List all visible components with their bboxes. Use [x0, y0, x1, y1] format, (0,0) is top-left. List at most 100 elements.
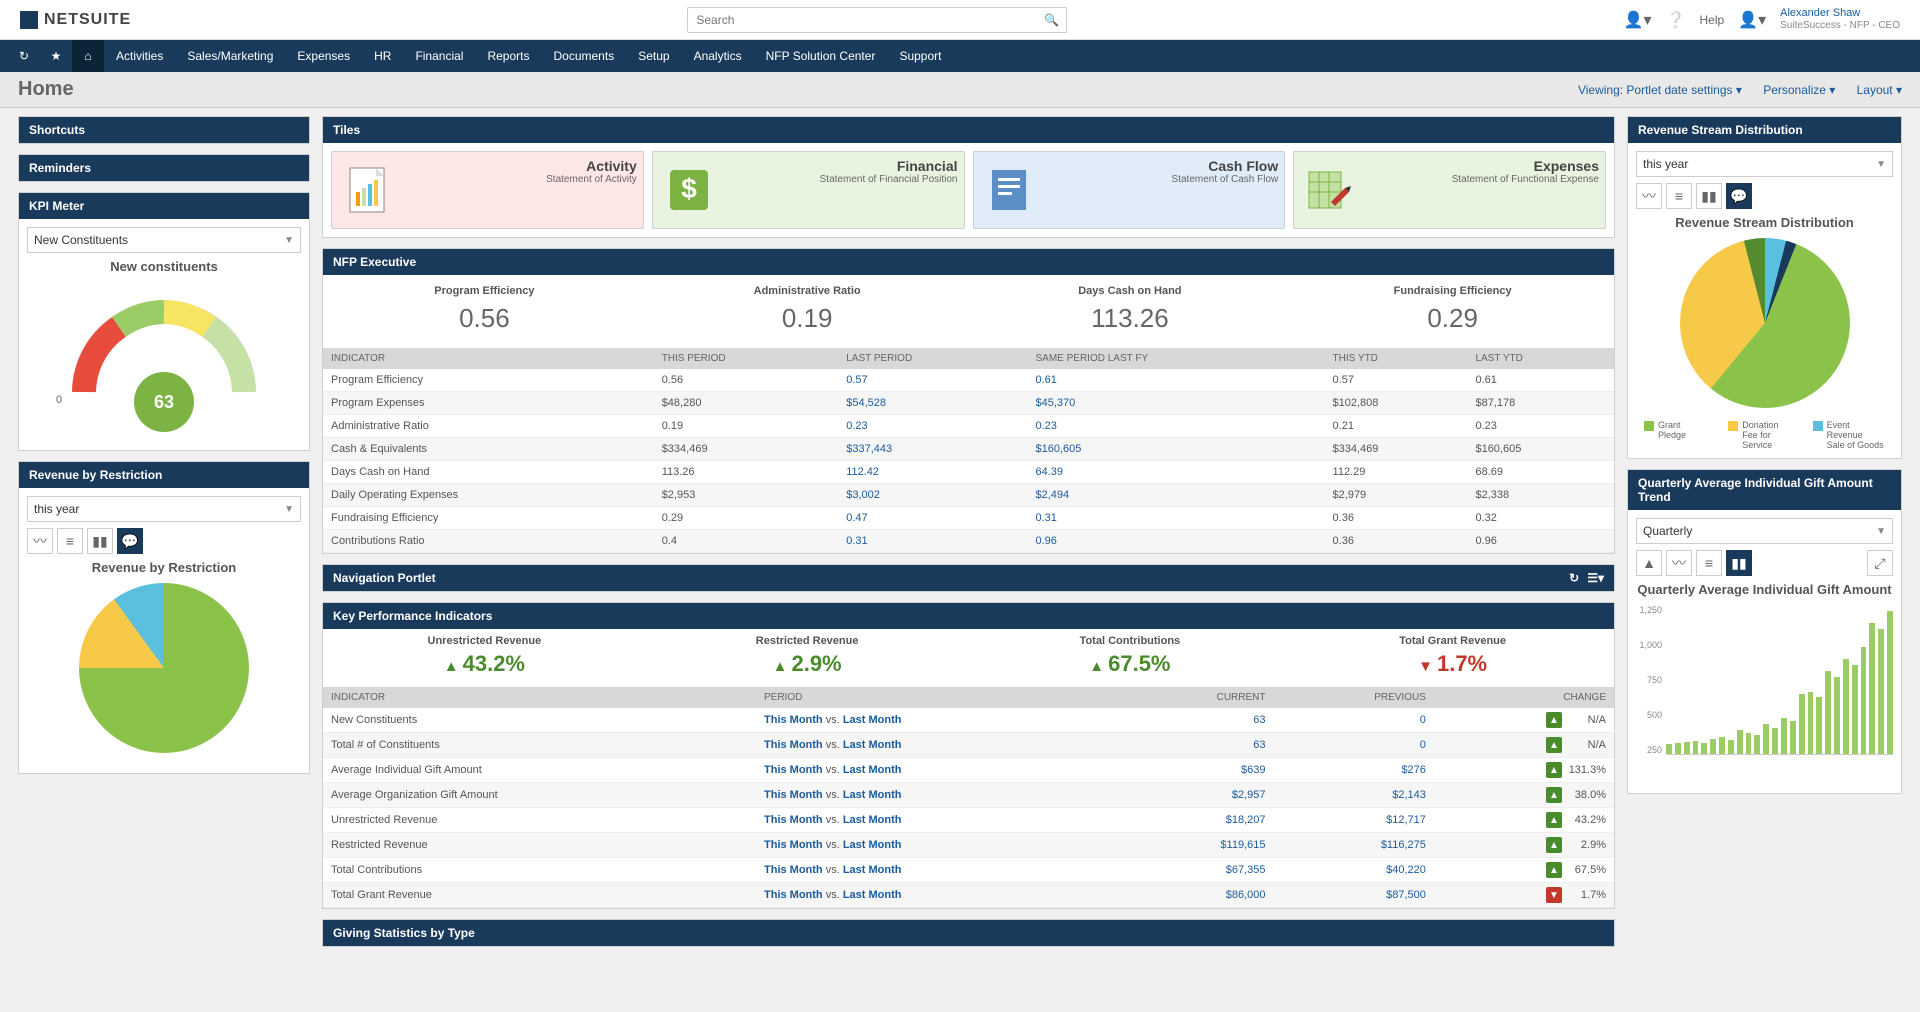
table-row[interactable]: Contributions Ratio0.40.310.960.360.96: [323, 530, 1614, 553]
reminders-header[interactable]: Reminders: [19, 155, 309, 181]
bar: [1728, 740, 1734, 754]
col-header: LAST PERIOD: [838, 348, 1027, 369]
shortcuts-header[interactable]: Shortcuts: [19, 117, 309, 143]
chevron-down-icon: ▼: [1876, 526, 1886, 537]
user-avatar-icon[interactable]: 👤▾: [1738, 10, 1766, 30]
table-row[interactable]: Total Grant RevenueThis Month vs. Last M…: [323, 883, 1614, 908]
top-bar: NETSUITE 🔍 👤▾ ❔ Help 👤▾ Alexander Shaw S…: [0, 0, 1920, 40]
bar: [1808, 692, 1814, 754]
user-info[interactable]: Alexander Shaw SuiteSuccess - NFP - CEO: [1780, 7, 1900, 32]
chart-tab-line[interactable]: 〰: [27, 528, 53, 554]
logo[interactable]: NETSUITE: [20, 11, 131, 29]
search-icon[interactable]: 🔍: [1044, 13, 1059, 27]
nav-reports[interactable]: Reports: [475, 40, 541, 72]
refresh-icon[interactable]: ↻: [1569, 571, 1579, 585]
chart-tab-bar[interactable]: ▮▮: [1726, 550, 1752, 576]
nfp-kpi-row: Program Efficiency0.56 Administrative Ra…: [323, 275, 1614, 348]
table-row[interactable]: Total ContributionsThis Month vs. Last M…: [323, 858, 1614, 883]
home-icon[interactable]: ⌂: [72, 40, 104, 72]
favorites-icon[interactable]: ★: [40, 40, 72, 72]
tile-cashflow[interactable]: Cash FlowStatement of Cash Flow: [973, 151, 1286, 229]
rev-stream-legend: GrantPledgeDonationFee for ServiceEvent …: [1636, 420, 1893, 450]
table-row[interactable]: Average Individual Gift AmountThis Month…: [323, 758, 1614, 783]
bar: [1790, 721, 1796, 754]
table-row[interactable]: Unrestricted RevenueThis Month vs. Last …: [323, 808, 1614, 833]
nav-expenses[interactable]: Expenses: [285, 40, 362, 72]
chart-tab-sort[interactable]: ≡: [1696, 550, 1722, 576]
bar: [1887, 611, 1893, 754]
bar: [1843, 659, 1849, 754]
rev-stream-selector[interactable]: this year ▼: [1636, 151, 1893, 177]
col-right: Revenue Stream Distribution this year ▼ …: [1627, 116, 1902, 957]
rev-restriction-selector[interactable]: this year ▼: [27, 496, 301, 522]
user-area: 👤▾ ❔ Help 👤▾ Alexander Shaw SuiteSuccess…: [1624, 7, 1900, 32]
chart-tab-line[interactable]: 〰: [1636, 183, 1662, 209]
nav-portlet-header[interactable]: Navigation Portlet ↻ ☰▾: [323, 565, 1614, 591]
table-row[interactable]: Total # of ConstituentsThis Month vs. La…: [323, 733, 1614, 758]
svg-text:$: $: [681, 173, 697, 204]
nav-activities[interactable]: Activities: [104, 40, 175, 72]
help-link[interactable]: Help: [1700, 13, 1725, 27]
gauge-value: 63: [134, 372, 194, 432]
kpi-portlet-header[interactable]: Key Performance Indicators: [323, 603, 1614, 629]
chart-tab-area[interactable]: ▲: [1636, 550, 1662, 576]
rev-stream-header[interactable]: Revenue Stream Distribution: [1628, 117, 1901, 143]
nfp-exec-header[interactable]: NFP Executive: [323, 249, 1614, 275]
chart-tab-chat[interactable]: 💬: [117, 528, 143, 554]
nav-setup[interactable]: Setup: [626, 40, 681, 72]
col-left: Shortcuts Reminders KPI Meter New Consti…: [18, 116, 310, 957]
bar: [1684, 742, 1690, 754]
tile-financial[interactable]: $ FinancialStatement of Financial Positi…: [652, 151, 965, 229]
feedback-icon[interactable]: 👤▾: [1624, 10, 1652, 30]
quarterly-portlet: Quarterly Average Individual Gift Amount…: [1627, 469, 1902, 794]
nav-nfp[interactable]: NFP Solution Center: [754, 40, 888, 72]
kpi-meter-header[interactable]: KPI Meter: [19, 193, 309, 219]
sub-bar: Home Viewing: Portlet date settings ▾ Pe…: [0, 72, 1920, 108]
viewing-link[interactable]: Viewing: Portlet date settings ▾: [1578, 83, 1742, 97]
table-row[interactable]: Administrative Ratio0.190.230.230.210.23: [323, 415, 1614, 438]
table-row[interactable]: Program Efficiency0.560.570.610.570.61: [323, 369, 1614, 392]
nav-support[interactable]: Support: [887, 40, 953, 72]
chart-tab-chat[interactable]: 💬: [1726, 183, 1752, 209]
recent-icon[interactable]: ↻: [8, 40, 40, 72]
quarterly-selector[interactable]: Quarterly ▼: [1636, 518, 1893, 544]
table-row[interactable]: Program Expenses$48,280$54,528$45,370$10…: [323, 392, 1614, 415]
nav-sales[interactable]: Sales/Marketing: [175, 40, 285, 72]
quarterly-header[interactable]: Quarterly Average Individual Gift Amount…: [1628, 470, 1901, 510]
nav-hr[interactable]: HR: [362, 40, 403, 72]
chart-tab-bar[interactable]: ▮▮: [87, 528, 113, 554]
nav-documents[interactable]: Documents: [542, 40, 627, 72]
table-row[interactable]: Daily Operating Expenses$2,953$3,002$2,4…: [323, 484, 1614, 507]
giving-stats-header[interactable]: Giving Statistics by Type: [323, 920, 1614, 946]
nav-analytics[interactable]: Analytics: [682, 40, 754, 72]
chart-tab-sort[interactable]: ≡: [1666, 183, 1692, 209]
chart-tab-expand[interactable]: ⤢: [1867, 550, 1893, 576]
table-row[interactable]: Cash & Equivalents$334,469$337,443$160,6…: [323, 438, 1614, 461]
chart-tab-line[interactable]: 〰: [1666, 550, 1692, 576]
kpi-meter-selector[interactable]: New Constituents ▼: [27, 227, 301, 253]
chevron-down-icon: ▼: [1876, 159, 1886, 170]
bar: [1852, 665, 1858, 754]
expenses-icon: [1300, 158, 1358, 222]
nav-financial[interactable]: Financial: [403, 40, 475, 72]
tile-activity[interactable]: ActivityStatement of Activity: [331, 151, 644, 229]
table-row[interactable]: Fundraising Efficiency0.290.470.310.360.…: [323, 507, 1614, 530]
tile-expenses[interactable]: ExpensesStatement of Functional Expense: [1293, 151, 1606, 229]
table-row[interactable]: Average Organization Gift AmountThis Mon…: [323, 783, 1614, 808]
table-row[interactable]: Restricted RevenueThis Month vs. Last Mo…: [323, 833, 1614, 858]
chart-tab-bar[interactable]: ▮▮: [1696, 183, 1722, 209]
table-row[interactable]: Days Cash on Hand113.26112.4264.39112.29…: [323, 461, 1614, 484]
layout-link[interactable]: Layout ▾: [1857, 83, 1902, 97]
personalize-link[interactable]: Personalize ▾: [1763, 83, 1835, 97]
help-icon[interactable]: ❔: [1666, 10, 1686, 30]
rev-restriction-header[interactable]: Revenue by Restriction: [19, 462, 309, 488]
rev-restriction-chart-title: Revenue by Restriction: [27, 560, 301, 575]
nfp-exec-table: INDICATORTHIS PERIODLAST PERIODSAME PERI…: [323, 348, 1614, 553]
quarterly-chart: 1,2501,000750500250: [1636, 605, 1893, 785]
search-input[interactable]: [687, 7, 1067, 33]
chart-tab-sort[interactable]: ≡: [57, 528, 83, 554]
tiles-header[interactable]: Tiles: [323, 117, 1614, 143]
table-row[interactable]: New ConstituentsThis Month vs. Last Mont…: [323, 708, 1614, 733]
nav-portlet: Navigation Portlet ↻ ☰▾: [322, 564, 1615, 592]
menu-icon[interactable]: ☰▾: [1587, 571, 1604, 585]
